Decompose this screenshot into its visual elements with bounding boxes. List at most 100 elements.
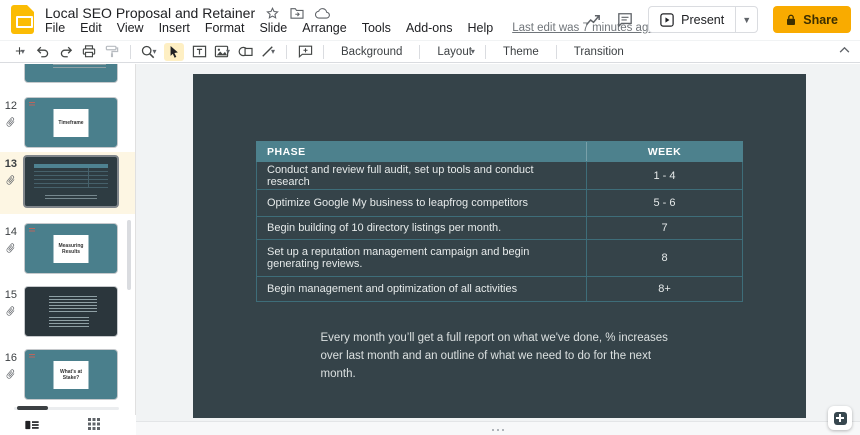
layout-button[interactable]: Layout ▾ bbox=[430, 43, 475, 61]
thumbnail-title: What's at Stake? bbox=[53, 360, 89, 389]
table-header-week: WEEK bbox=[647, 145, 682, 158]
insert-image-button[interactable]: ▾ bbox=[214, 43, 230, 61]
mini-table bbox=[34, 163, 108, 188]
phase-cell: Optimize Google My business to leapfrog … bbox=[257, 190, 587, 216]
slide-footer-textbox[interactable]: Every month you’ll get a full report on … bbox=[193, 330, 806, 383]
paperclip-icon bbox=[5, 242, 17, 254]
slide-thumbnail-12[interactable]: Timeframe bbox=[24, 97, 118, 148]
slide-thumbnail-14[interactable]: Measuring Results bbox=[24, 223, 118, 274]
phase-cell: Begin management and optimization of all… bbox=[257, 277, 587, 301]
phase-cell: Conduct and review full audit, set up to… bbox=[257, 162, 587, 189]
insert-comment-button[interactable] bbox=[297, 43, 313, 61]
insert-shape-button[interactable] bbox=[237, 43, 253, 61]
hide-menus-button[interactable] bbox=[839, 46, 850, 53]
current-slide[interactable]: PHASE WEEK Conduct and review full audit… bbox=[193, 74, 806, 418]
menu-slide[interactable]: Slide bbox=[259, 21, 287, 35]
text-box-button[interactable] bbox=[191, 43, 207, 61]
present-button-label: Present bbox=[681, 12, 725, 27]
menu-bar: File Edit View Insert Format Slide Arran… bbox=[45, 21, 655, 35]
phase-cell: Begin building of 10 directory listings … bbox=[257, 217, 587, 239]
paperclip-icon bbox=[5, 116, 17, 128]
menu-help[interactable]: Help bbox=[467, 21, 493, 35]
filmstrip-view-button[interactable] bbox=[25, 420, 39, 430]
background-button[interactable]: Background bbox=[334, 46, 409, 58]
share-button-label: Share bbox=[803, 12, 838, 27]
share-button[interactable]: Share bbox=[773, 6, 851, 33]
slide-thumbnail-16[interactable]: What's at Stake? bbox=[24, 349, 118, 400]
menu-addons[interactable]: Add-ons bbox=[406, 21, 453, 35]
filmstrip-hscroll-thumb[interactable] bbox=[17, 406, 48, 410]
table-row[interactable]: Begin building of 10 directory listings … bbox=[256, 217, 743, 240]
filmstrip-scrollbar[interactable] bbox=[127, 220, 131, 290]
table-row[interactable]: Begin management and optimization of all… bbox=[256, 277, 743, 302]
table-header-phase: PHASE bbox=[257, 142, 587, 161]
menu-edit[interactable]: Edit bbox=[80, 21, 102, 35]
table-row[interactable]: Conduct and review full audit, set up to… bbox=[256, 162, 743, 190]
toolbar: + ▾ ▾ ▾ ▾ Background Layout ▾ Theme Tran… bbox=[0, 40, 860, 63]
phase-cell: Set up a reputation management campaign … bbox=[257, 240, 587, 276]
week-cell: 5 - 6 bbox=[653, 197, 676, 209]
comment-marker-icon bbox=[29, 354, 35, 359]
explore-button[interactable] bbox=[828, 406, 852, 430]
paperclip-icon bbox=[5, 174, 17, 186]
lock-icon bbox=[787, 14, 796, 25]
comment-marker-icon bbox=[29, 228, 35, 233]
slide-footer-text: Every month you’ll get a full report on … bbox=[320, 332, 668, 380]
present-dropdown-caret[interactable]: ▼ bbox=[735, 7, 757, 32]
notes-drag-handle-icon[interactable] bbox=[492, 429, 504, 431]
comment-history-icon[interactable] bbox=[617, 12, 633, 27]
menu-format[interactable]: Format bbox=[205, 21, 245, 35]
menu-tools[interactable]: Tools bbox=[362, 21, 391, 35]
table-header-row: PHASE WEEK bbox=[256, 141, 743, 162]
slide-canvas-area: PHASE WEEK Conduct and review full audit… bbox=[136, 64, 860, 435]
menu-insert[interactable]: Insert bbox=[159, 21, 190, 35]
undo-button[interactable] bbox=[35, 43, 51, 61]
speaker-notes-bar[interactable] bbox=[136, 421, 860, 435]
phase-week-table[interactable]: PHASE WEEK Conduct and review full audit… bbox=[256, 141, 743, 302]
star-icon[interactable] bbox=[266, 6, 279, 20]
view-switcher-bar bbox=[0, 415, 136, 435]
slide-filmstrip: 12 Timeframe 13 14 Measuring Results 15 … bbox=[0, 64, 136, 415]
menu-file[interactable]: File bbox=[45, 21, 65, 35]
comment-marker-icon bbox=[29, 102, 35, 107]
week-cell: 8 bbox=[661, 252, 668, 264]
paperclip-icon bbox=[5, 368, 17, 380]
redo-button[interactable] bbox=[58, 43, 74, 61]
grid-view-button[interactable] bbox=[88, 418, 100, 430]
thumbnail-title: Measuring Results bbox=[53, 234, 89, 263]
present-button[interactable]: Present bbox=[649, 7, 735, 32]
table-row[interactable]: Optimize Google My business to leapfrog … bbox=[256, 190, 743, 217]
slide-number: 15 bbox=[4, 289, 17, 301]
activity-dashboard-icon[interactable] bbox=[585, 13, 602, 27]
present-play-icon bbox=[660, 12, 674, 27]
slide-thumbnail-13-selected[interactable] bbox=[23, 155, 119, 208]
slide-number: 16 bbox=[4, 352, 17, 364]
slide-number: 14 bbox=[4, 226, 17, 238]
zoom-button[interactable]: ▾ bbox=[141, 43, 157, 61]
document-title[interactable]: Local SEO Proposal and Retainer bbox=[45, 5, 255, 21]
menu-arrange[interactable]: Arrange bbox=[302, 21, 346, 35]
slide-number: 13 bbox=[4, 158, 17, 170]
week-cell: 1 - 4 bbox=[653, 169, 676, 182]
paperclip-icon bbox=[5, 305, 17, 317]
week-cell: 7 bbox=[661, 222, 668, 234]
google-slides-window: Local SEO Proposal and Retainer File Edi… bbox=[0, 0, 860, 435]
slide-thumbnail-15[interactable] bbox=[24, 286, 118, 337]
table-row[interactable]: Set up a reputation management campaign … bbox=[256, 240, 743, 277]
paint-format-button[interactable] bbox=[104, 43, 120, 61]
move-folder-icon[interactable] bbox=[290, 7, 304, 19]
week-cell: 8+ bbox=[658, 283, 671, 295]
new-slide-button[interactable]: + ▾ bbox=[12, 43, 28, 61]
slide-number: 12 bbox=[4, 100, 17, 112]
menu-view[interactable]: View bbox=[117, 21, 144, 35]
slides-logo-icon[interactable] bbox=[11, 5, 34, 34]
explore-icon bbox=[833, 411, 847, 425]
thumbnail-title: Timeframe bbox=[53, 108, 89, 137]
select-tool-button[interactable] bbox=[164, 42, 184, 61]
slide-thumbnail-11-partial[interactable] bbox=[24, 64, 118, 83]
theme-button[interactable]: Theme bbox=[496, 46, 546, 58]
print-button[interactable] bbox=[81, 43, 97, 61]
cloud-saved-icon[interactable] bbox=[315, 7, 331, 19]
transition-button[interactable]: Transition bbox=[567, 46, 631, 58]
insert-line-button[interactable]: ▾ bbox=[260, 43, 276, 61]
